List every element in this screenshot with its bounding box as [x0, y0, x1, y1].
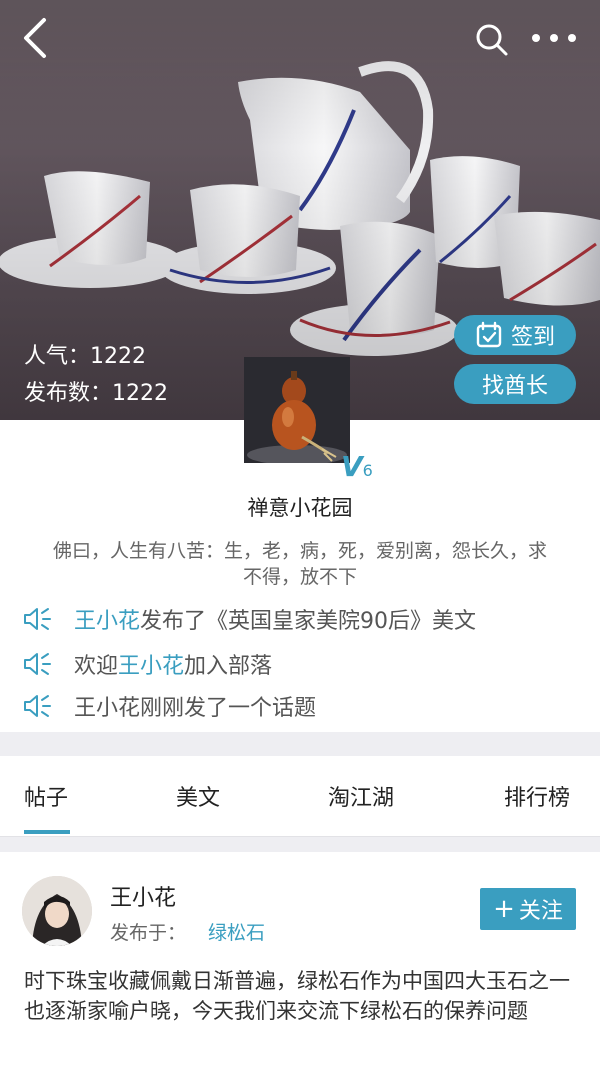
follow-button[interactable]: + 关注 — [480, 888, 576, 930]
calendar-check-icon — [476, 321, 502, 348]
checkin-button[interactable]: 签到 — [454, 315, 576, 355]
speaker-icon — [24, 695, 51, 717]
level-badge: V6 — [341, 450, 373, 483]
news-text: 王小花刚刚发了一个话题 — [74, 696, 317, 721]
find-chief-label: 找酋长 — [481, 374, 548, 399]
posts-count-label: 发布数： — [24, 381, 113, 406]
more-icon — [532, 34, 576, 42]
post-author[interactable]: 王小花 — [110, 880, 176, 912]
level-badge-number: 6 — [362, 461, 373, 480]
active-tab-indicator — [24, 830, 70, 834]
group-name: 禅意小花园 — [247, 496, 353, 520]
popularity-row: 人气：1222 — [24, 338, 168, 375]
post-meta: 发布于： 绿松石 — [110, 918, 265, 945]
user-avatar-image — [22, 876, 92, 946]
post-content[interactable]: 时下珠宝收藏佩戴日渐普遍，绿松石作为中国四大玉石之一也逐渐家喻户晓，今天我们来交… — [24, 966, 580, 1026]
tab-bar: 帖子 美文 淘江湖 排行榜 — [0, 756, 600, 837]
news-prefix: 欢迎 — [74, 654, 119, 679]
tab-ranking[interactable]: 排行榜 — [504, 756, 570, 836]
group-description: 佛曰，人生有八苦：生，老，病，死，爱别离，怨长久，求不得，放不下 — [52, 540, 547, 588]
checkin-label: 签到 — [510, 325, 555, 350]
find-chief-button[interactable]: 找酋长 — [454, 364, 576, 404]
group-avatar[interactable] — [244, 357, 350, 463]
speaker-icon — [24, 608, 51, 630]
tab-articles[interactable]: 美文 — [176, 756, 220, 836]
popularity-label: 人气： — [24, 344, 91, 369]
post-location-link[interactable]: 绿松石 — [208, 922, 265, 944]
news-user-link[interactable]: 王小花 — [74, 603, 140, 635]
post-card[interactable] — [0, 852, 600, 1067]
tab-posts[interactable]: 帖子 — [24, 756, 68, 836]
search-icon — [476, 24, 508, 56]
news-user-link[interactable]: 王小花 — [118, 648, 184, 680]
avatar[interactable] — [22, 876, 92, 946]
news-text: 加入部落 — [184, 654, 273, 679]
posts-count-value: 1222 — [112, 381, 169, 406]
popularity-value: 1222 — [90, 344, 147, 369]
search-button[interactable] — [470, 18, 514, 62]
gourd-image — [244, 357, 350, 463]
posts-count-row: 发布数：1222 — [24, 375, 168, 412]
back-button[interactable] — [14, 14, 62, 62]
group-stats: 人气：1222 发布数：1222 — [24, 338, 168, 412]
more-button[interactable] — [526, 18, 582, 62]
plus-icon: + — [493, 894, 515, 924]
news-item[interactable]: 王小花 发布了《英国皇家美院90后》美文 — [22, 599, 582, 639]
follow-label: 关注 — [518, 899, 563, 924]
speaker-icon — [24, 653, 51, 675]
back-icon — [24, 18, 46, 58]
news-item[interactable]: 欢迎 王小花 加入部落 — [22, 644, 582, 684]
news-item[interactable]: 王小花刚刚发了一个话题 — [22, 686, 582, 726]
tab-market[interactable]: 淘江湖 — [328, 756, 394, 836]
post-meta-label: 发布于： — [110, 922, 187, 944]
news-text: 发布了《英国皇家美院90后》美文 — [140, 609, 477, 634]
level-badge-letter: V — [341, 450, 363, 483]
